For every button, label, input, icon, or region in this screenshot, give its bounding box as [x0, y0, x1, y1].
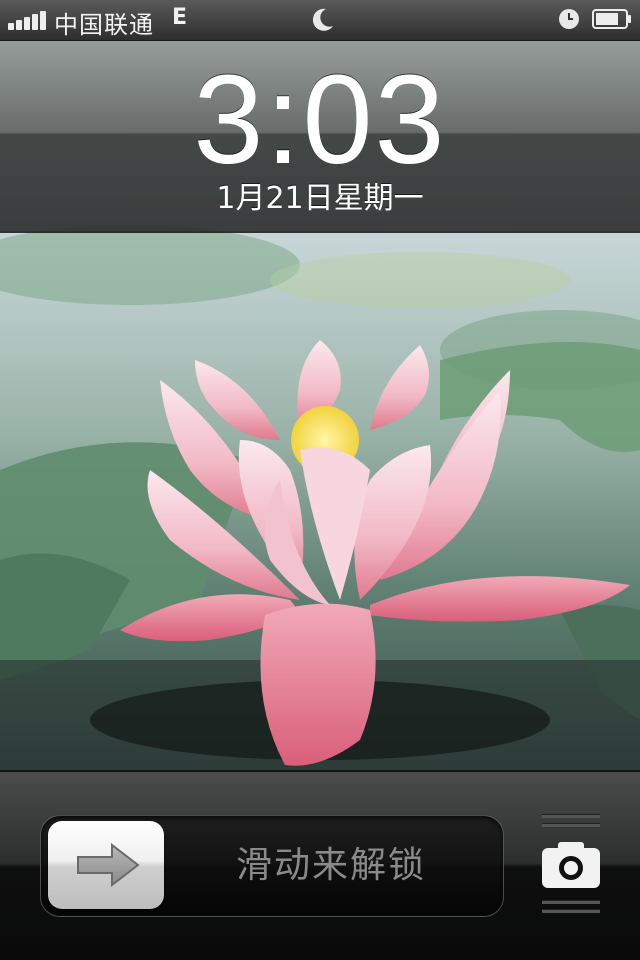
moon-icon: [312, 8, 333, 31]
lock-date: 1月21日星期一: [216, 181, 424, 216]
network-type: E: [172, 5, 188, 30]
camera-grabber[interactable]: [540, 812, 602, 920]
unlock-bar: 滑动来解锁: [0, 770, 640, 960]
clock-panel: 3:03 1月21日星期一: [0, 41, 640, 233]
slide-to-unlock-label: 滑动来解锁: [235, 845, 426, 886]
battery-icon: [592, 9, 631, 29]
lock-screen: 中国联通 E 3:03 1月21日星期一 滑动来解锁: [0, 0, 640, 960]
signal-strength-icon: [8, 10, 48, 30]
unlock-slider-knob[interactable]: [48, 821, 164, 909]
slide-to-unlock-track[interactable]: 滑动来解锁: [40, 815, 504, 917]
clock-icon: [559, 9, 579, 29]
arrow-right-icon: [77, 843, 140, 887]
status-bar: 中国联通 E: [0, 0, 640, 41]
carrier-name: 中国联通: [54, 11, 154, 39]
camera-icon: [542, 842, 600, 888]
